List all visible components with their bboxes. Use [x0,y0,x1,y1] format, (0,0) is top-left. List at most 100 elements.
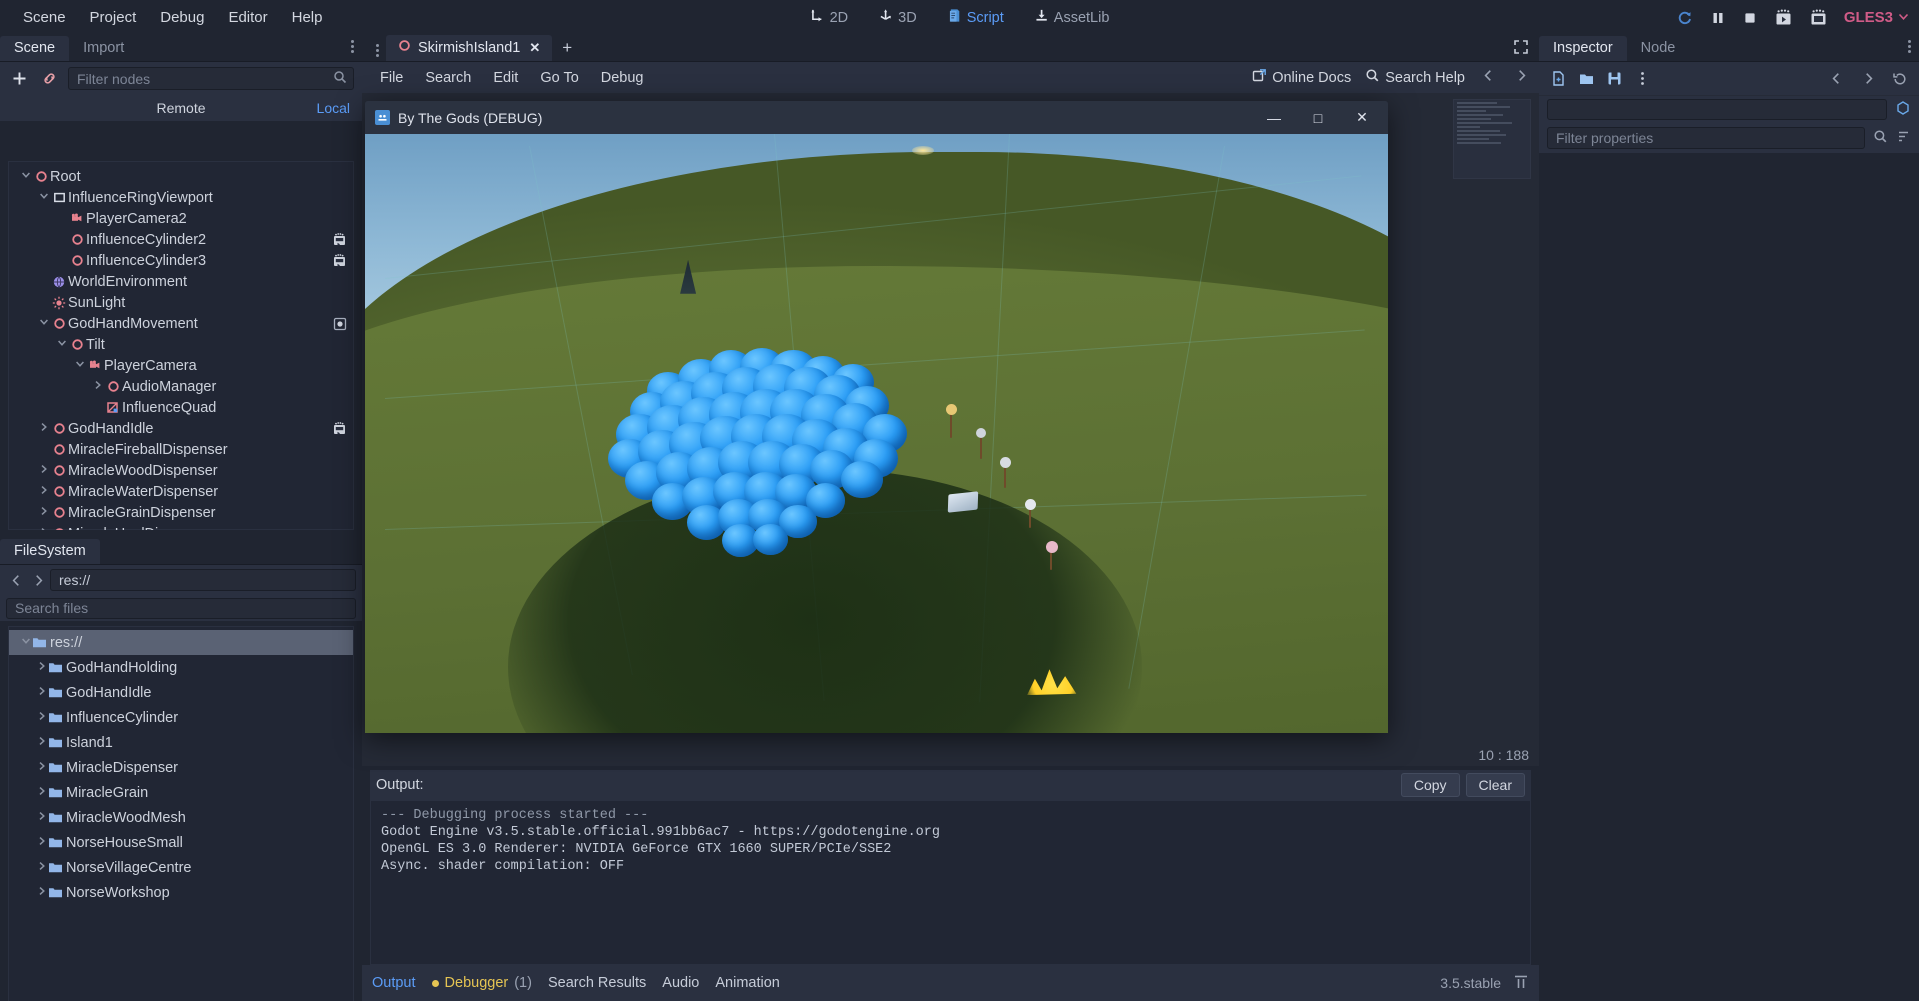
menu-scene[interactable]: Scene [12,5,77,30]
scene-tree-node[interactable]: PlayerCamera2 [9,208,353,229]
tree-twisty[interactable] [37,485,50,498]
bottom-tab-output[interactable]: Output [372,975,416,991]
script-menu-search[interactable]: Search [415,67,481,89]
close-icon[interactable]: ✕ [527,40,542,56]
chevron-right-icon[interactable] [28,569,48,591]
filesystem-row[interactable]: InfluenceCylinder [9,705,353,730]
tree-twisty[interactable] [35,761,48,774]
tree-twisty[interactable] [91,380,104,393]
path-value[interactable]: res:// [50,569,356,591]
scene-tree-node[interactable]: MiracleWoodDispenser [9,460,353,481]
filesystem-row[interactable]: MiracleGrain [9,780,353,805]
filesystem-row[interactable]: MiracleDispenser [9,755,353,780]
history-icon[interactable] [1889,68,1911,90]
script-menu-debug[interactable]: Debug [591,67,654,89]
filesystem-row[interactable]: MiracleWoodMesh [9,805,353,830]
reload-icon[interactable] [1676,9,1694,27]
local-label[interactable]: Local [317,100,350,116]
tab-node[interactable]: Node [1627,36,1690,61]
tree-twisty[interactable] [37,422,50,435]
new-resource-icon[interactable] [1547,68,1569,90]
scene-tree-node[interactable]: PlayerCamera [9,355,353,376]
expand-icon[interactable] [1513,39,1529,59]
load-icon[interactable] [1575,68,1597,90]
mode-2d-button[interactable]: 2D [802,5,857,30]
tab-inspector[interactable]: Inspector [1539,36,1627,61]
scene-tree-node[interactable]: Root [9,166,353,187]
close-button[interactable]: ✕ [1340,101,1384,134]
filesystem-row[interactable]: NorseWorkshop [9,880,353,905]
tree-twisty[interactable] [37,317,50,330]
scene-tree-node[interactable]: InfluenceCylinder3 [9,250,353,271]
game-window-titlebar[interactable]: By The Gods (DEBUG) — □ ✕ [365,101,1388,134]
tree-twisty[interactable] [35,661,48,674]
tree-twisty[interactable] [35,736,48,749]
filesystem-row[interactable]: GodHandHolding [9,655,353,680]
tree-twisty[interactable] [19,170,32,183]
play-scene-icon[interactable] [1774,8,1793,27]
scene-tree-node[interactable]: InfluenceRingViewport [9,187,353,208]
bottom-tab-search-results[interactable]: Search Results [548,975,646,991]
scene-tree-node[interactable]: InfluenceCylinder2 [9,229,353,250]
tree-twisty[interactable] [35,686,48,699]
scene-tree-node[interactable]: MiracleFireballDispenser [9,439,353,460]
search-help-button[interactable]: Search Help [1365,68,1465,87]
search-files-input[interactable] [6,597,356,619]
more-vertical-icon[interactable] [368,39,386,61]
bottom-tab-debugger[interactable]: Debugger (1) [431,975,532,991]
scene-tree-node[interactable]: MiracleWaterDispenser [9,481,353,502]
chevron-left-icon[interactable] [1825,68,1847,90]
visibility-icon[interactable] [333,317,347,331]
menu-help[interactable]: Help [281,5,334,30]
filesystem-row[interactable]: NorseHouseSmall [9,830,353,855]
scene-tree-node[interactable]: GodHandMovement [9,313,353,334]
remote-label[interactable]: Remote [0,100,362,116]
filter-nodes-input[interactable] [68,67,354,90]
chevron-left-icon[interactable] [1479,69,1498,86]
play-custom-scene-icon[interactable] [1809,8,1828,27]
script-icon[interactable] [332,421,347,436]
game-window[interactable]: By The Gods (DEBUG) — □ ✕ [365,101,1388,733]
script-tab-skirmishisland1[interactable]: SkirmishIsland1 ✕ [386,35,553,61]
tree-twisty[interactable] [37,506,50,519]
script-icon[interactable] [332,232,347,247]
filesystem-row[interactable]: res:// [9,630,353,655]
mode-3d-button[interactable]: 3D [870,5,925,30]
menu-project[interactable]: Project [79,5,148,30]
tab-filesystem[interactable]: FileSystem [0,539,100,564]
tree-twisty[interactable] [19,636,32,649]
pause-icon[interactable] [1710,10,1726,26]
clear-button[interactable]: Clear [1465,773,1525,797]
copy-button[interactable]: Copy [1400,773,1460,797]
tab-scene[interactable]: Scene [0,36,70,61]
sort-icon[interactable] [1896,129,1911,148]
tree-twisty[interactable] [73,359,86,372]
chevron-right-icon[interactable] [1512,69,1531,86]
script-icon[interactable] [332,253,347,268]
scene-tree-node[interactable]: WorldEnvironment [9,271,353,292]
tree-twisty[interactable] [35,811,48,824]
tree-twisty[interactable] [55,338,68,351]
game-viewport[interactable] [365,134,1388,733]
script-menu-goto[interactable]: Go To [530,67,588,89]
plus-icon[interactable]: + [552,35,582,61]
tree-twisty[interactable] [35,711,48,724]
chevron-right-icon[interactable] [1857,68,1879,90]
stop-icon[interactable] [1742,10,1758,26]
menu-editor[interactable]: Editor [217,5,278,30]
filter-properties-input[interactable] [1547,127,1865,149]
more-vertical-icon[interactable] [1631,68,1653,90]
scene-tree-node[interactable]: InfluenceQuad [9,397,353,418]
scene-tree-node[interactable]: Tilt [9,334,353,355]
object-icon[interactable] [1895,100,1911,120]
more-vertical-icon[interactable] [351,40,354,53]
inspector-object-box[interactable] [1547,99,1887,120]
tree-twisty[interactable] [35,786,48,799]
filesystem-row[interactable]: NorseVillageCentre [9,855,353,880]
water-miracle-cloud[interactable] [590,290,1030,566]
search-icon[interactable] [1873,129,1888,148]
online-docs-button[interactable]: Online Docs [1252,68,1351,87]
tree-twisty[interactable] [35,836,48,849]
plus-icon[interactable] [8,68,30,90]
renderer-selector[interactable]: GLES3 [1844,9,1909,26]
